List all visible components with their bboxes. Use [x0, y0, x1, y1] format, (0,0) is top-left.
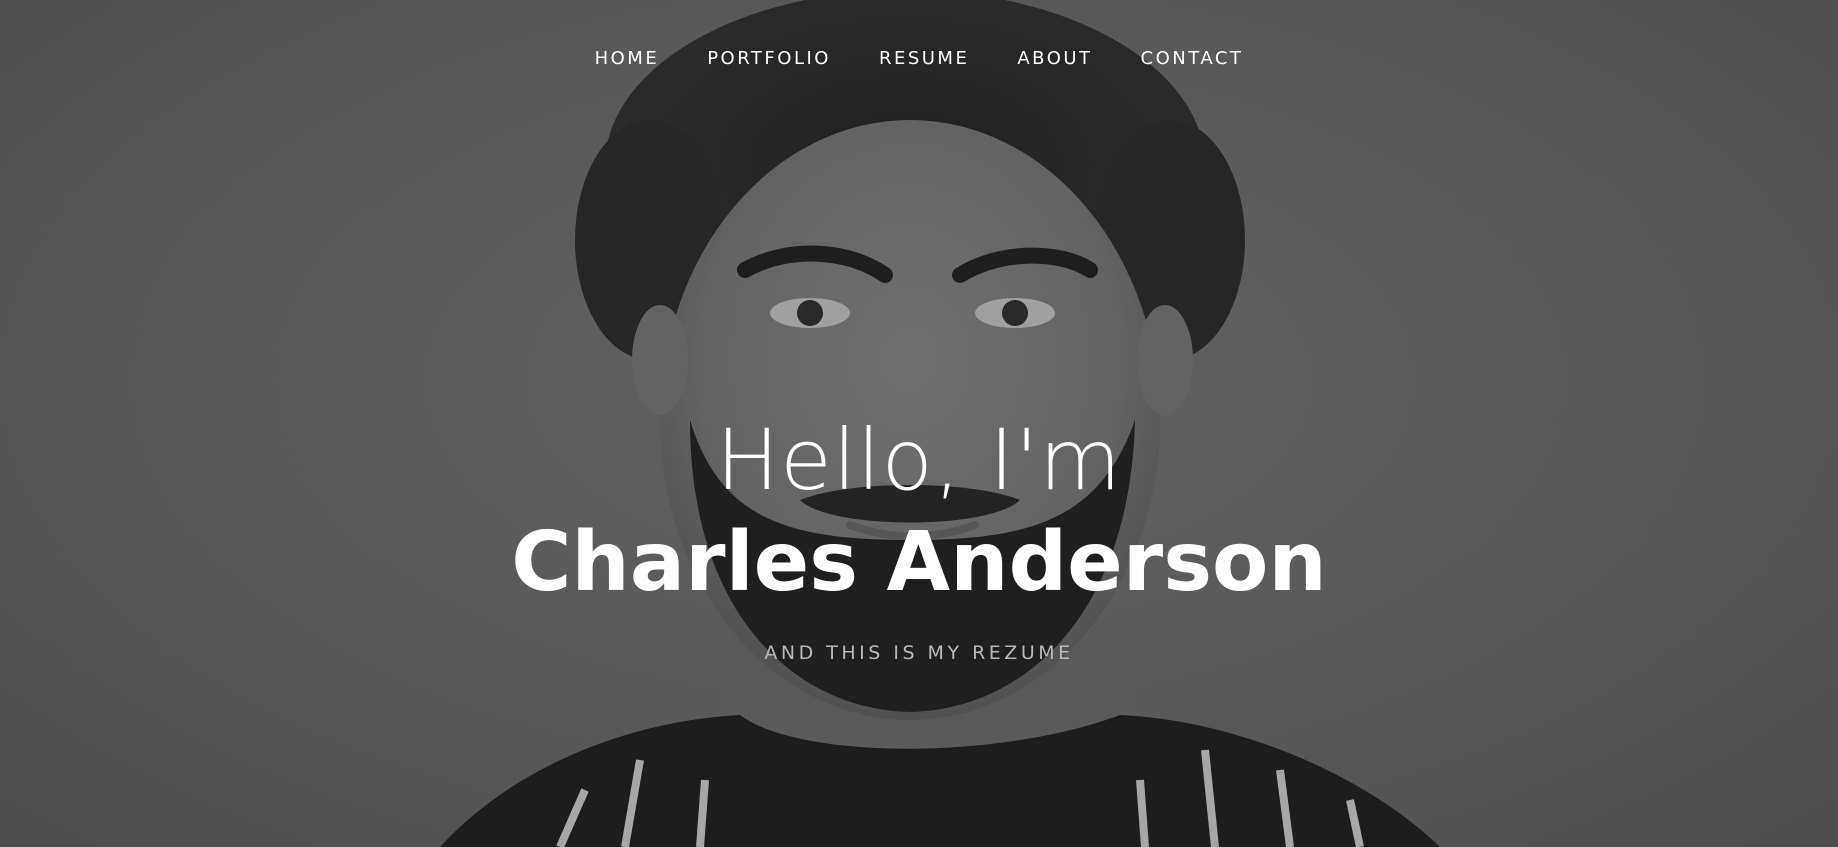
- tagline-text: AND THIS IS MY REZUME: [764, 642, 1074, 664]
- nav-item-home[interactable]: HOME: [595, 48, 660, 69]
- greeting-text: Hello, I'm: [715, 411, 1122, 509]
- hero-section: HOME PORTFOLIO RESUME ABOUT CONTACT Hell…: [0, 0, 1838, 847]
- nav-item-about[interactable]: ABOUT: [1017, 48, 1092, 69]
- hero-headline: Hello, I'm Charles Anderson AND THIS IS …: [0, 400, 1838, 664]
- nav-item-contact[interactable]: CONTACT: [1141, 48, 1244, 69]
- person-name: Charles Anderson: [511, 515, 1327, 610]
- nav-item-portfolio[interactable]: PORTFOLIO: [707, 48, 831, 69]
- nav-item-resume[interactable]: RESUME: [879, 48, 969, 69]
- main-navigation: HOME PORTFOLIO RESUME ABOUT CONTACT: [0, 48, 1838, 69]
